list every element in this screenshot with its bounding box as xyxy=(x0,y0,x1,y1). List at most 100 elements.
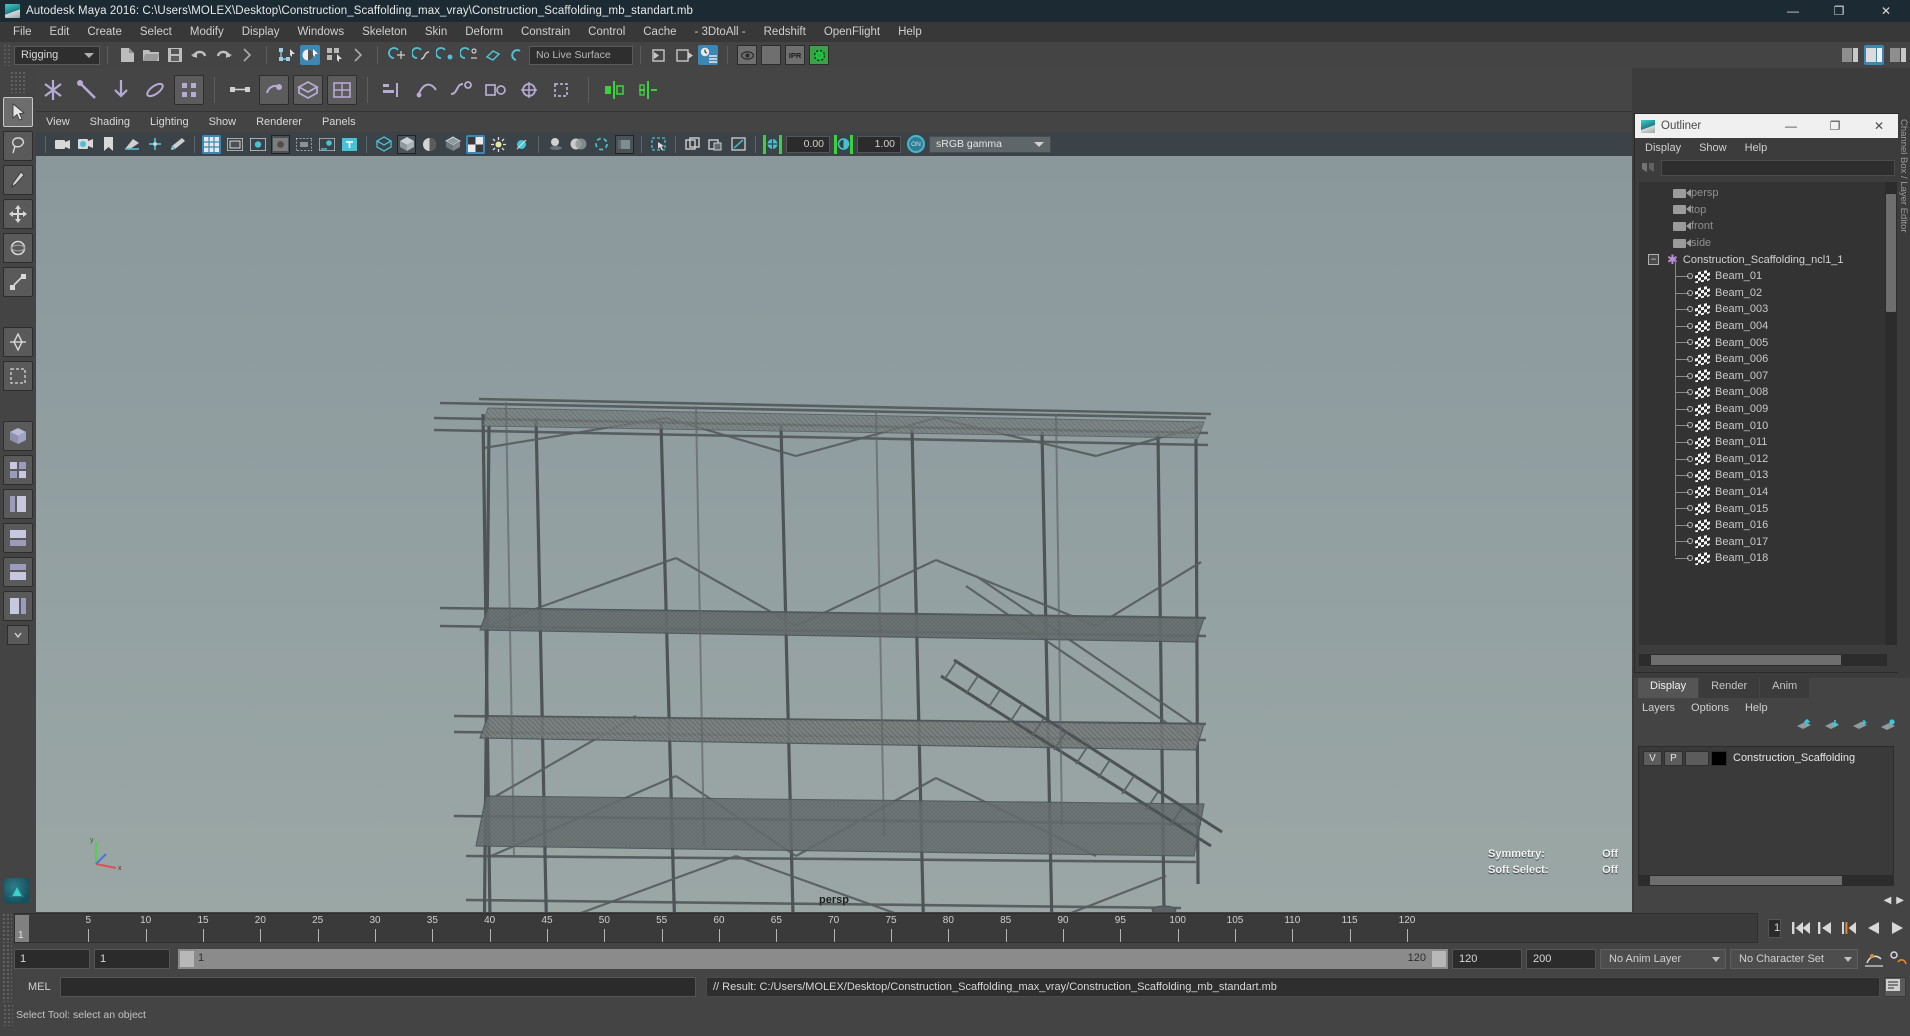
gate-mask-icon[interactable] xyxy=(271,134,290,154)
create-new-layer-icon[interactable] xyxy=(1852,719,1868,737)
single-perspective-view-button[interactable] xyxy=(3,421,33,451)
move-layer-up-icon[interactable] xyxy=(1796,718,1812,737)
ipr-render-icon[interactable]: IPR xyxy=(785,45,805,65)
layer-list[interactable]: V P Construction_Scaffolding xyxy=(1638,746,1894,881)
toolbox-grip[interactable] xyxy=(10,71,26,93)
last-tool-used-button[interactable] xyxy=(3,361,33,391)
menu-help[interactable]: Help xyxy=(889,24,931,40)
menu-control[interactable]: Control xyxy=(579,24,634,40)
bookmark-icon[interactable] xyxy=(99,135,118,154)
smooth-shade-all-icon[interactable] xyxy=(397,134,416,154)
wireframe-shading-icon[interactable] xyxy=(374,135,393,154)
layer-menu-options[interactable]: Options xyxy=(1691,702,1729,714)
motion-blur-icon[interactable] xyxy=(615,134,634,154)
use-all-lights-icon[interactable] xyxy=(512,135,531,154)
menu-openflight[interactable]: OpenFlight xyxy=(815,24,889,40)
step-back-frame-icon[interactable] xyxy=(1837,916,1861,940)
panel-menu-renderer[interactable]: Renderer xyxy=(256,116,302,128)
gamma-field[interactable]: 1.00 xyxy=(857,135,901,153)
outliner-item[interactable]: persp xyxy=(1639,185,1887,202)
range-slider[interactable]: 1 120 xyxy=(178,949,1448,969)
tree-node-dot[interactable] xyxy=(1687,538,1693,545)
two-d-pan-zoom-icon[interactable] xyxy=(145,135,164,154)
tree-node-dot[interactable] xyxy=(1687,306,1693,313)
minimize-icon[interactable]: — xyxy=(1770,0,1816,22)
shelf-joint-icon[interactable] xyxy=(38,75,68,105)
outliner-item[interactable]: Beam_006 xyxy=(1639,351,1887,368)
panel-menu-show[interactable]: Show xyxy=(209,116,237,128)
outliner-filter-icon[interactable] xyxy=(1641,161,1657,175)
layer-color-swatch[interactable] xyxy=(1711,750,1727,766)
select-object-icon[interactable] xyxy=(300,45,320,65)
menu-create[interactable]: Create xyxy=(78,24,131,40)
make-live-icon[interactable] xyxy=(507,45,527,65)
expand-arrow-icon[interactable] xyxy=(237,45,257,65)
nav-left-icon[interactable]: ◀ xyxy=(1884,895,1892,906)
tree-node-dot[interactable] xyxy=(1687,555,1693,562)
menu-select[interactable]: Select xyxy=(131,24,181,40)
outliner-item[interactable]: Beam_005 xyxy=(1639,334,1887,351)
film-gate-icon[interactable] xyxy=(225,135,244,154)
color-management-toggle[interactable]: ON xyxy=(907,135,925,153)
tree-node-dot[interactable] xyxy=(1687,289,1693,296)
anim-start-field[interactable]: 1 xyxy=(94,949,170,969)
shelf-lattice-icon[interactable] xyxy=(327,74,357,105)
rotate-tool-button[interactable] xyxy=(3,233,33,263)
current-frame-field[interactable]: 1 xyxy=(1768,918,1782,938)
smooth-shade-selected-icon[interactable] xyxy=(420,135,439,154)
layer-editor-tab-display[interactable]: Display xyxy=(1638,678,1699,698)
shelf-mirror-skin-weights-icon[interactable] xyxy=(633,75,663,105)
outliner-item[interactable]: Beam_02 xyxy=(1639,285,1887,302)
input-connections-icon[interactable] xyxy=(650,45,670,65)
scrollbar-thumb[interactable] xyxy=(1651,655,1841,665)
open-scene-icon[interactable] xyxy=(141,45,161,65)
tree-node-dot[interactable] xyxy=(1687,455,1693,462)
outliner-item[interactable]: Beam_013 xyxy=(1639,467,1887,484)
range-start-field[interactable]: 1 xyxy=(14,949,90,969)
tree-node-dot[interactable] xyxy=(1687,422,1693,429)
snap-to-curve-icon[interactable] xyxy=(411,45,431,65)
output-connections-icon[interactable] xyxy=(674,45,694,65)
light-fog-icon[interactable] xyxy=(317,135,336,154)
collapse-icon[interactable]: − xyxy=(1648,254,1659,266)
play-backwards-icon[interactable] xyxy=(1861,916,1885,940)
outliner-horizontal-scrollbar[interactable] xyxy=(1639,654,1887,666)
undo-icon[interactable] xyxy=(189,45,209,65)
outliner-item[interactable]: Beam_014 xyxy=(1639,484,1887,501)
paint-selection-tool-button[interactable] xyxy=(3,165,33,195)
command-language-label[interactable]: MEL xyxy=(14,981,60,993)
outliner-item[interactable]: Beam_008 xyxy=(1639,384,1887,401)
tree-node-dot[interactable] xyxy=(1687,521,1693,528)
close-icon[interactable]: ✕ xyxy=(1862,0,1910,22)
layer-menu-layers[interactable]: Layers xyxy=(1642,702,1675,714)
auto-keyframe-icon[interactable] xyxy=(1862,947,1886,971)
snap-to-point-icon[interactable] xyxy=(435,45,455,65)
outliner-menu-help[interactable]: Help xyxy=(1745,142,1768,154)
image-plane-icon[interactable] xyxy=(122,135,141,154)
outliner-vertical-scrollbar[interactable] xyxy=(1885,182,1897,645)
outliner-item[interactable]: Beam_009 xyxy=(1639,401,1887,418)
anim-end-field[interactable]: 120 xyxy=(1452,949,1522,969)
select-component-icon[interactable] xyxy=(324,45,344,65)
textured-mode-icon[interactable] xyxy=(466,134,485,154)
select-hierarchy-icon[interactable] xyxy=(276,45,296,65)
layer-editor-tab-render[interactable]: Render xyxy=(1699,678,1760,698)
lasso-tool-button[interactable] xyxy=(3,131,33,161)
snap-to-grid-icon[interactable] xyxy=(387,45,407,65)
save-scene-icon[interactable] xyxy=(165,45,185,65)
menu-skeleton[interactable]: Skeleton xyxy=(353,24,416,40)
shelf-shape-editor-icon[interactable] xyxy=(412,75,442,105)
render-settings-icon[interactable] xyxy=(809,45,829,65)
layer-type-toggle[interactable] xyxy=(1685,750,1709,766)
outliner-item[interactable]: Beam_003 xyxy=(1639,301,1887,318)
tree-node-dot[interactable] xyxy=(1687,322,1693,329)
layer-playback-toggle[interactable]: P xyxy=(1664,750,1683,766)
menu-windows[interactable]: Windows xyxy=(288,24,353,40)
outliner-persp-layout-button[interactable] xyxy=(3,489,33,519)
outliner-item[interactable]: Beam_018 xyxy=(1639,550,1887,567)
shelf-paint-weights-icon[interactable] xyxy=(259,74,289,105)
show-manipulator-tool-button[interactable] xyxy=(3,327,33,357)
use-default-lighting-icon[interactable] xyxy=(489,135,508,154)
outliner-minimize-icon[interactable]: — xyxy=(1769,114,1813,138)
show-hide-attribute-editor-icon[interactable] xyxy=(1864,45,1884,65)
